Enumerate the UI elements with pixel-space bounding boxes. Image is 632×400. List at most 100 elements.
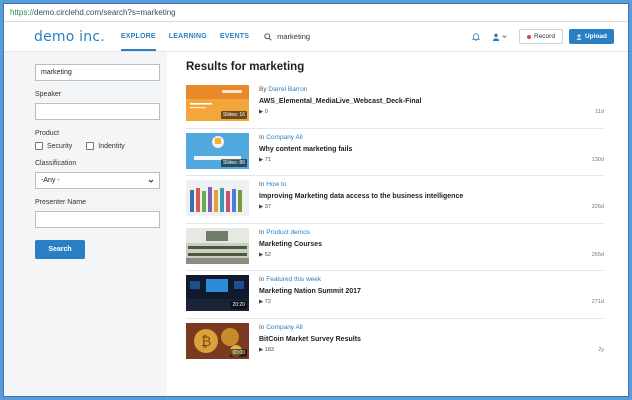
result-meta: In Featured this week: [259, 276, 604, 283]
people-thumbnail-image: [186, 180, 249, 216]
page-title: Results for marketing: [186, 61, 305, 73]
view-count: ▶ 52: [259, 251, 271, 258]
result-age: 265d: [591, 251, 604, 258]
indentity-option-label: Indentity: [98, 142, 125, 150]
address-bar[interactable]: https://demo.circlehd.com/search?s=marke…: [4, 4, 628, 22]
result-info: In How to Improving Marketing data acces…: [259, 180, 604, 223]
query-input[interactable]: marketing: [35, 64, 160, 81]
view-count: ▶ 71: [259, 156, 271, 163]
result-info: In Featured this week Marketing Nation S…: [259, 275, 604, 318]
meta-prefix: In: [259, 323, 265, 331]
indentity-checkbox[interactable]: [86, 142, 95, 150]
result-info: In Product demos Marketing Courses ▶ 52 …: [259, 228, 604, 271]
nav-search-text: marketing: [277, 32, 311, 41]
slides-badge: Slides: 86: [221, 158, 247, 167]
nav-learning[interactable]: LEARNING: [169, 33, 207, 40]
top-navigation: demo inc. EXPLORE LEARNING EVENTS market…: [4, 22, 628, 52]
chevron-down-icon: [148, 179, 154, 183]
result-title[interactable]: Marketing Courses: [259, 241, 604, 248]
result-item[interactable]: 20:20 In Featured this week Marketing Na…: [186, 271, 604, 319]
security-option-label: Security: [47, 142, 73, 150]
result-age: 271d: [591, 299, 604, 305]
category-link[interactable]: Company All: [266, 134, 303, 141]
logo[interactable]: demo inc.: [34, 29, 105, 45]
meta-prefix: In: [259, 228, 265, 236]
result-info: In Company All Why content marketing fai…: [259, 133, 604, 176]
result-item[interactable]: Slides: 86 In Company All Why content ma…: [186, 129, 604, 176]
result-meta: In How to: [259, 181, 604, 188]
presenter-label: Presenter Name: [35, 199, 86, 206]
nav-explore[interactable]: EXPLORE: [120, 23, 156, 51]
user-menu-button[interactable]: [492, 33, 507, 41]
result-title[interactable]: Why content marketing fails: [259, 146, 604, 153]
record-button[interactable]: Record: [519, 29, 563, 44]
category-link[interactable]: Company All: [266, 324, 303, 331]
view-count: ▶ 37: [259, 204, 271, 210]
page-body: marketing Speaker Product Security Inden…: [4, 52, 628, 396]
slides-badge: Slides: 16: [221, 111, 247, 119]
nav-search[interactable]: marketing: [264, 32, 310, 41]
author-link[interactable]: Darrel Barron: [268, 86, 307, 93]
result-title[interactable]: BitCoin Market Survey Results: [259, 336, 604, 343]
result-thumbnail[interactable]: Slides: 16: [186, 85, 249, 121]
browser-window: https://demo.circlehd.com/search?s=marke…: [3, 3, 629, 397]
view-count: ▶ 183: [259, 346, 274, 353]
result-age: 2y: [598, 346, 604, 353]
meta-prefix: In: [259, 276, 265, 283]
meta-prefix: By: [259, 86, 267, 93]
upload-label: Upload: [584, 33, 607, 40]
record-dot-icon: [527, 34, 531, 39]
result-title[interactable]: Marketing Nation Summit 2017: [259, 288, 604, 295]
result-thumbnail[interactable]: [186, 227, 249, 264]
classification-label: Classification: [35, 160, 77, 167]
speaker-input[interactable]: [35, 103, 160, 120]
upload-button[interactable]: Upload: [568, 29, 614, 44]
search-button[interactable]: Search: [35, 240, 85, 259]
duration-badge: 20:20: [230, 301, 247, 309]
result-item[interactable]: Slides: 16 By Darrel Barron AWS_Elementa…: [186, 81, 604, 129]
view-count: ▶ 0: [259, 109, 268, 115]
results-panel: Results for marketing Slides: 16 By Darr…: [167, 52, 628, 396]
search-icon: [264, 32, 272, 41]
nav-events[interactable]: EVENTS: [220, 33, 249, 40]
result-meta: In Company All: [259, 134, 604, 141]
result-title[interactable]: AWS_Elemental_MediaLive_Webcast_Deck-Fin…: [259, 98, 604, 105]
result-meta: In Product demos: [259, 229, 604, 236]
classroom-thumbnail-image: [186, 227, 249, 264]
result-title[interactable]: Improving Marketing data access to the b…: [259, 193, 604, 200]
result-item[interactable]: ₿ 00:00 In Company All BitCoin Market Su…: [186, 319, 604, 367]
result-thumbnail[interactable]: [186, 180, 249, 216]
product-options: Security Indentity: [35, 142, 167, 150]
svg-text:₿: ₿: [201, 334, 211, 350]
security-checkbox[interactable]: [35, 142, 43, 150]
result-thumbnail[interactable]: Slides: 86: [186, 132, 249, 169]
result-info: By Darrel Barron AWS_Elemental_MediaLive…: [259, 85, 604, 128]
chevron-down-icon: [502, 35, 507, 38]
nav-actions: Record Upload: [472, 29, 614, 44]
url-protocol: https://: [10, 8, 35, 17]
category-link[interactable]: Featured this week: [266, 276, 321, 283]
duration-badge: 00:00: [230, 348, 247, 357]
upload-icon: [576, 33, 582, 40]
view-count: ▶ 72: [259, 299, 271, 305]
result-item[interactable]: In How to Improving Marketing data acces…: [186, 176, 604, 224]
speaker-label: Speaker: [35, 91, 62, 98]
url-text: demo.circlehd.com/search?s=marketing: [34, 8, 176, 17]
bell-icon: [472, 33, 480, 41]
meta-prefix: In: [259, 133, 265, 141]
category-link[interactable]: How to: [266, 181, 286, 188]
user-icon: [492, 33, 500, 41]
result-meta: In Company All: [259, 324, 604, 331]
classification-select[interactable]: -Any -: [35, 172, 160, 189]
record-label: Record: [534, 33, 555, 40]
result-meta: By Darrel Barron: [259, 86, 604, 93]
classification-value: -Any -: [41, 177, 60, 184]
notifications-button[interactable]: [472, 32, 480, 41]
result-age: 11d: [595, 109, 604, 115]
product-label: Product: [35, 130, 60, 137]
presenter-input[interactable]: [35, 211, 160, 228]
result-thumbnail[interactable]: ₿ 00:00: [186, 322, 249, 359]
category-link[interactable]: Product demos: [266, 229, 310, 236]
result-item[interactable]: In Product demos Marketing Courses ▶ 52 …: [186, 224, 604, 271]
result-thumbnail[interactable]: 20:20: [186, 275, 249, 311]
